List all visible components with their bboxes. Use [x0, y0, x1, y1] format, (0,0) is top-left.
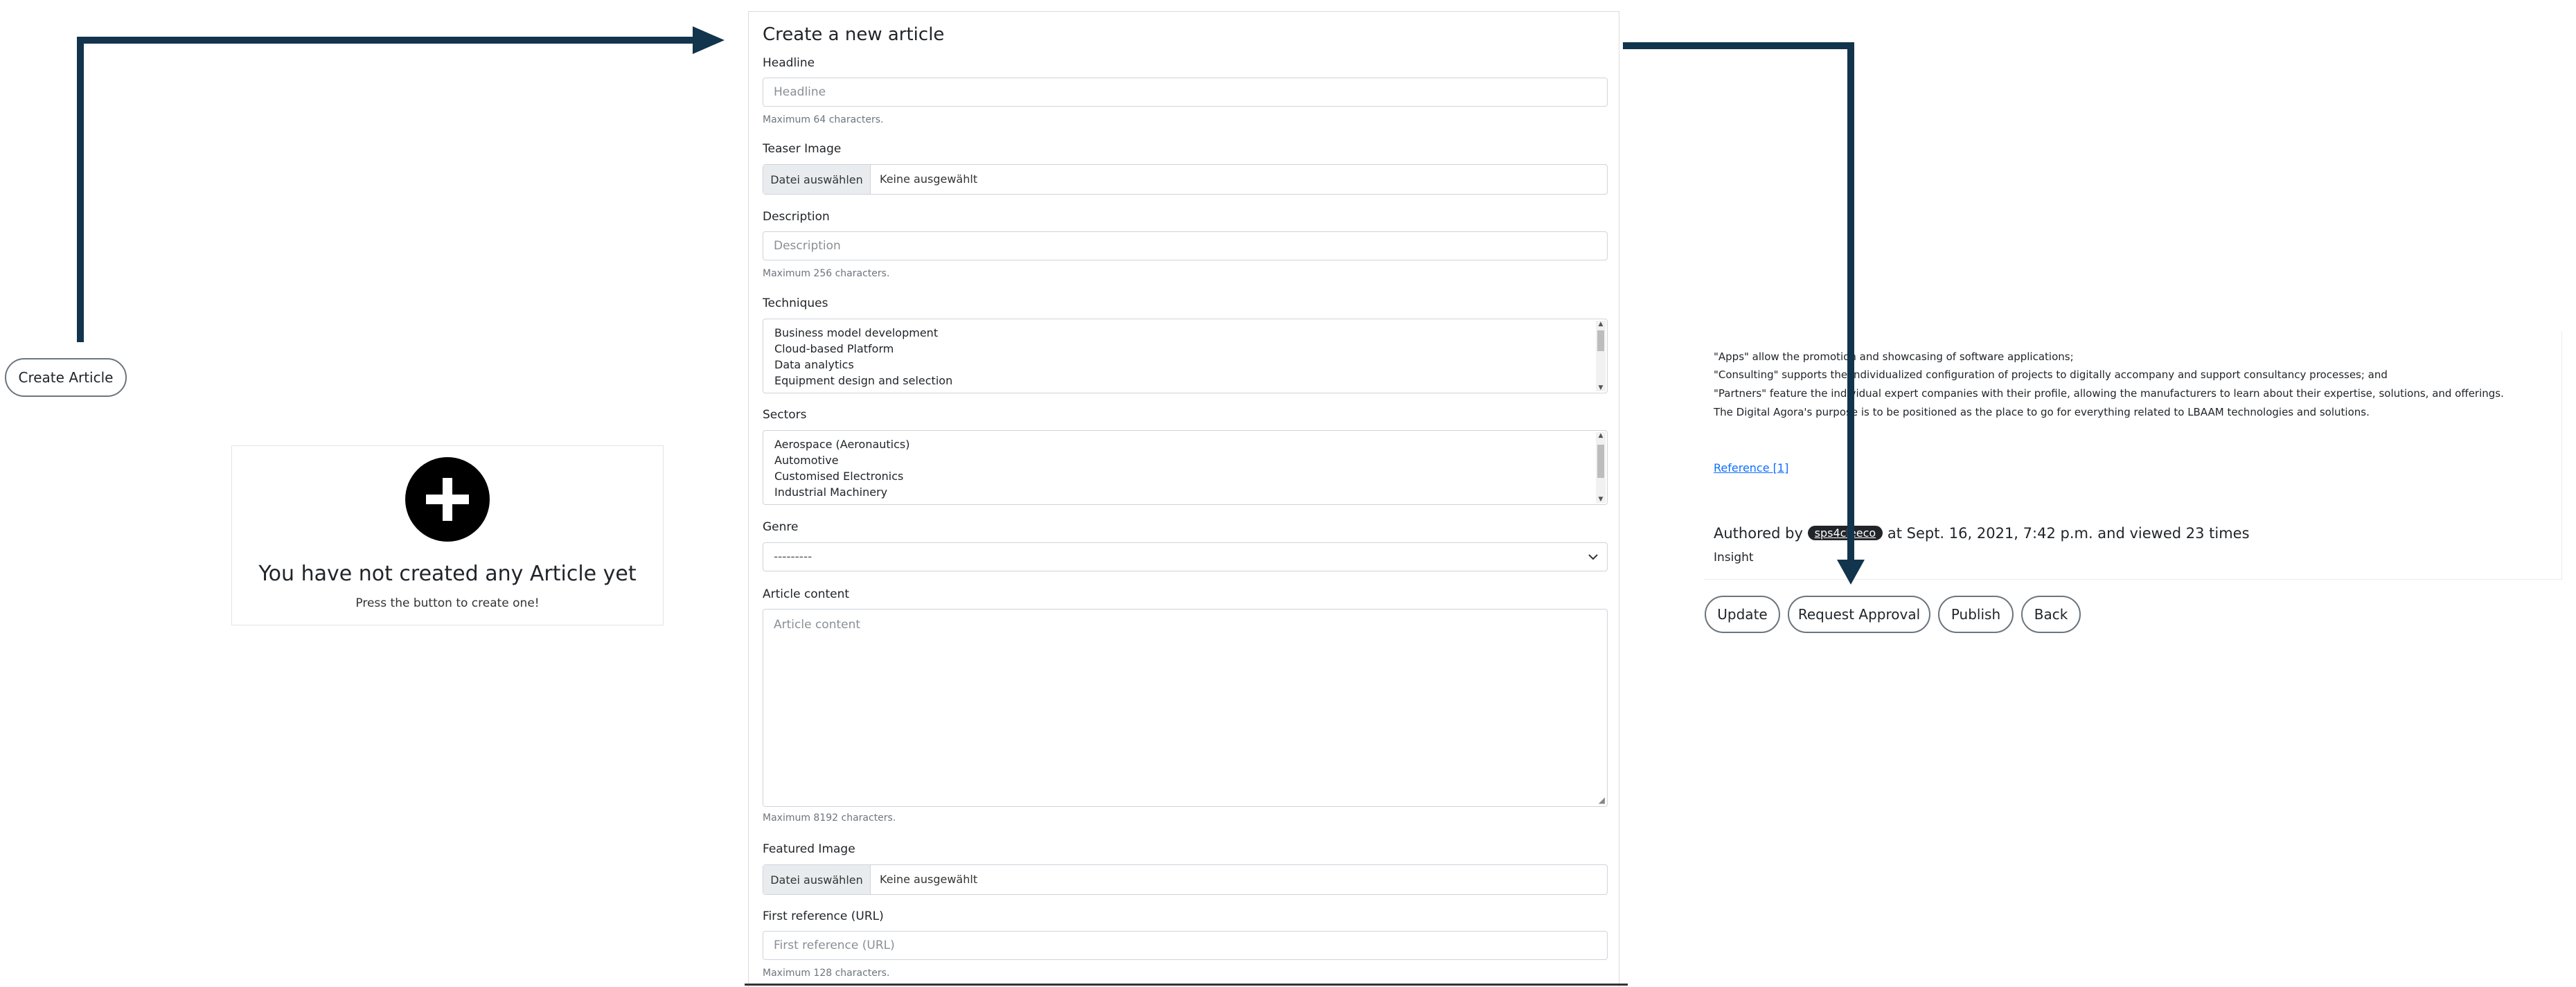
- empty-state-subtitle: Press the button to create one!: [355, 596, 540, 610]
- sectors-option[interactable]: Automotive: [774, 454, 839, 467]
- article-text-line: The Digital Agora's purpose is to be pos…: [1714, 406, 2370, 418]
- create-article-form: Create a new article Headline Headline M…: [748, 11, 1619, 987]
- techniques-scrollbar[interactable]: ▲ ▼: [1596, 321, 1606, 391]
- update-label: Update: [1717, 606, 1768, 623]
- teaser-image-label: Teaser Image: [763, 142, 842, 156]
- featured-image-choose-button[interactable]: Datei auswählen: [763, 865, 871, 894]
- authored-line: Authored by sps4cleeco at Sept. 16, 2021…: [1714, 525, 2250, 542]
- teaser-image-status: Keine ausgewählt: [880, 172, 978, 186]
- first-reference-label: First reference (URL): [763, 909, 884, 923]
- back-label: Back: [2034, 606, 2068, 623]
- first-reference-placeholder: First reference (URL): [774, 939, 895, 952]
- genre-selected: ---------: [774, 550, 812, 564]
- article-content-label: Article content: [763, 587, 850, 601]
- techniques-select[interactable]: Business model development Cloud-based P…: [763, 319, 1608, 393]
- sectors-scrollbar[interactable]: ▲ ▼: [1596, 432, 1606, 503]
- featured-image-input[interactable]: Datei auswählen Keine ausgewählt: [763, 864, 1608, 895]
- featured-image-label: Featured Image: [763, 842, 855, 856]
- empty-state-title: You have not created any Article yet: [258, 562, 637, 586]
- headline-help: Maximum 64 characters.: [763, 114, 884, 125]
- article-genre: Insight: [1714, 551, 1754, 564]
- authored-prefix: Authored by: [1714, 525, 1803, 542]
- first-reference-input[interactable]: First reference (URL): [763, 931, 1608, 960]
- form-title: Create a new article: [763, 24, 945, 45]
- techniques-option[interactable]: Equipment design and selection: [774, 374, 952, 387]
- techniques-label: Techniques: [763, 296, 828, 310]
- description-placeholder: Description: [774, 239, 841, 253]
- techniques-option[interactable]: Cloud-based Platform: [774, 342, 894, 355]
- headline-label: Headline: [763, 56, 815, 70]
- techniques-option[interactable]: Business model development: [774, 326, 938, 339]
- genre-select[interactable]: ---------: [763, 542, 1608, 571]
- empty-state-card: You have not created any Article yet Pre…: [231, 445, 664, 625]
- chevron-down-icon: [1588, 554, 1598, 560]
- plus-circle-icon[interactable]: [405, 457, 490, 542]
- detail-card-border: [2561, 331, 2562, 579]
- request-approval-label: Request Approval: [1797, 606, 1921, 623]
- article-content-help: Maximum 8192 characters.: [763, 812, 896, 824]
- article-text-line: "Consulting" supports the individualized…: [1714, 368, 2388, 381]
- update-button[interactable]: Update: [1705, 596, 1780, 633]
- create-article-label: Create Article: [18, 369, 114, 386]
- genre-label: Genre: [763, 520, 799, 534]
- back-button[interactable]: Back: [2021, 596, 2081, 633]
- featured-image-status: Keine ausgewählt: [880, 873, 978, 886]
- page-bottom-divider: [745, 984, 1628, 986]
- first-reference-help: Maximum 128 characters.: [763, 968, 890, 979]
- teaser-image-input[interactable]: Datei auswählen Keine ausgewählt: [763, 164, 1608, 195]
- sectors-select[interactable]: Aerospace (Aeronautics) Automotive Custo…: [763, 430, 1608, 505]
- description-input[interactable]: Description: [763, 231, 1608, 260]
- author-badge[interactable]: sps4cleeco: [1807, 526, 1883, 540]
- sectors-option[interactable]: Customised Electronics: [774, 470, 903, 483]
- description-label: Description: [763, 210, 830, 224]
- article-content-placeholder: Article content: [774, 618, 861, 632]
- sectors-option[interactable]: Industrial Machinery: [774, 486, 887, 499]
- detail-card-border: [1704, 579, 2562, 580]
- reference-link[interactable]: Reference [1]: [1714, 461, 1788, 474]
- sectors-option[interactable]: Aerospace (Aeronautics): [774, 438, 910, 451]
- headline-placeholder: Headline: [774, 85, 826, 99]
- headline-input[interactable]: Headline: [763, 78, 1608, 107]
- article-text-line: "Partners" feature the individual expert…: [1714, 387, 2504, 400]
- resize-grip-icon[interactable]: ◢: [1599, 796, 1605, 804]
- sectors-label: Sectors: [763, 408, 807, 422]
- request-approval-button[interactable]: Request Approval: [1788, 596, 1930, 633]
- article-content-textarea[interactable]: Article content ◢: [763, 609, 1608, 807]
- description-help: Maximum 256 characters.: [763, 268, 890, 279]
- publish-label: Publish: [1951, 606, 2001, 623]
- techniques-option[interactable]: Data analytics: [774, 358, 854, 371]
- publish-button[interactable]: Publish: [1938, 596, 2014, 633]
- article-text-line: "Apps" allow the promotion and showcasin…: [1714, 350, 2074, 363]
- teaser-image-choose-button[interactable]: Datei auswählen: [763, 165, 871, 194]
- authored-suffix: at Sept. 16, 2021, 7:42 p.m. and viewed …: [1887, 525, 2250, 542]
- create-article-button[interactable]: Create Article: [5, 358, 127, 397]
